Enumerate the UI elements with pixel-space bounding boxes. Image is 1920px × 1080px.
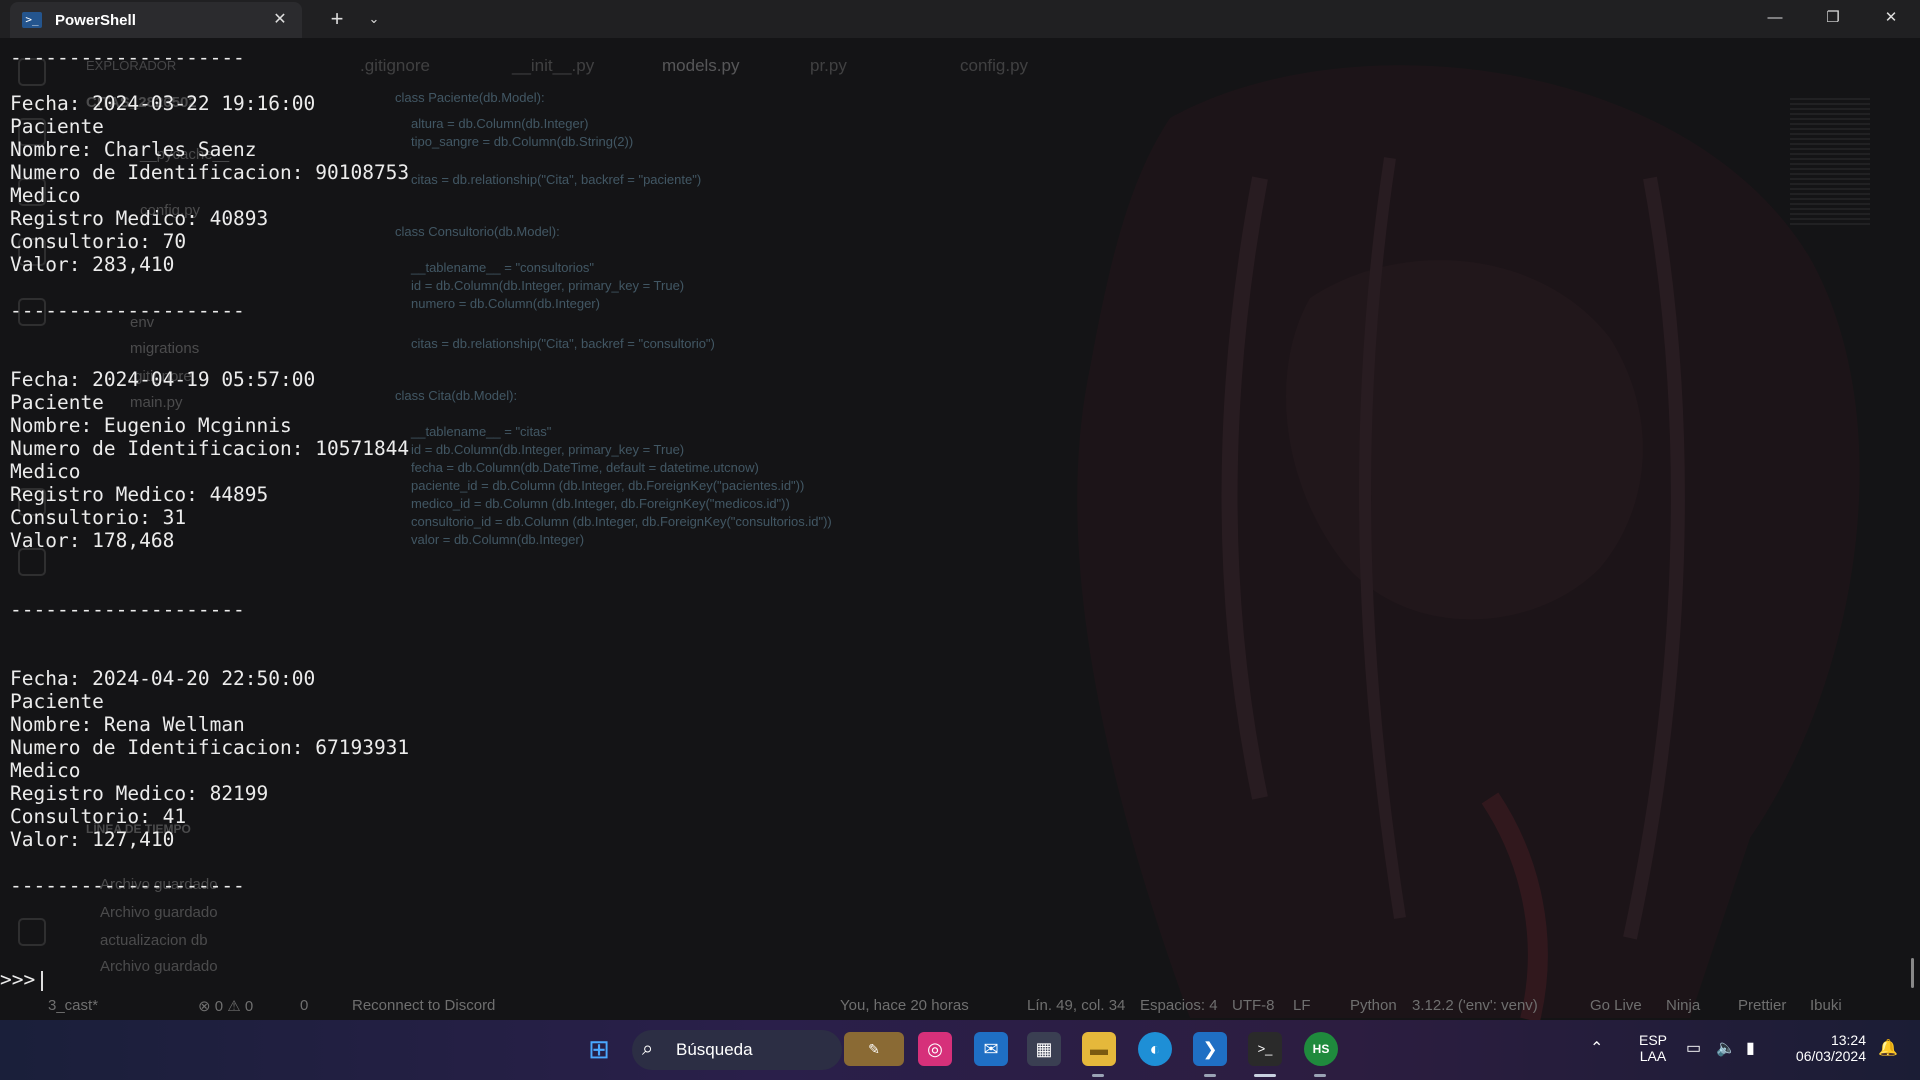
record-identificacion: Numero de Identificacion: 67193931 — [10, 736, 410, 759]
separator-line: -------------------- — [10, 874, 245, 897]
record-paciente: Paciente — [10, 391, 104, 414]
title-bar: >_ PowerShell ✕ + ⌄ — ❐ ✕ — [0, 0, 1920, 38]
record-nombre: Nombre: Eugenio Mcginnis — [10, 414, 292, 437]
record-nombre: Nombre: Rena Wellman — [10, 713, 245, 736]
powershell-icon: >_ — [22, 12, 42, 28]
minimize-button[interactable]: — — [1752, 0, 1798, 36]
active-indicator — [1254, 1074, 1276, 1077]
record-identificacion: Numero de Identificacion: 10571844 — [10, 437, 410, 460]
instagram-icon[interactable]: ◎ — [918, 1032, 952, 1066]
language-indicator[interactable]: ESP LAA — [1636, 1032, 1670, 1064]
timeline-item: actualizacion db — [100, 932, 208, 949]
status-blame: You, hace 20 horas — [840, 997, 969, 1014]
terminal-scrollbar[interactable] — [1911, 958, 1914, 988]
terminal-tab[interactable]: >_ PowerShell ✕ — [10, 2, 302, 38]
clock-date: 06/03/2024 — [1795, 1048, 1866, 1064]
record-valor: Valor: 178,468 — [10, 529, 175, 552]
battery-icon[interactable]: ▮ — [1746, 1038, 1755, 1058]
status-interpreter: 3.12.2 ('env': venv) — [1412, 997, 1538, 1014]
prompt: >>> — [0, 968, 36, 991]
clock-time: 13:24 — [1830, 1032, 1866, 1048]
network-icon[interactable]: ▭ — [1686, 1038, 1701, 1058]
status-prettier: Prettier — [1738, 997, 1787, 1014]
notification-bell-icon[interactable]: 🔔 — [1878, 1038, 1898, 1058]
mail-icon[interactable]: ✉ — [974, 1032, 1008, 1066]
record-fecha: Fecha: 2024-04-20 22:50:00 — [10, 667, 316, 690]
separator-line: -------------------- — [10, 46, 245, 69]
language-bottom: LAA — [1639, 1048, 1667, 1064]
record-valor: Valor: 127,410 — [10, 828, 175, 851]
search-label: Búsqueda — [676, 1040, 753, 1059]
status-eol: LF — [1293, 997, 1311, 1014]
taskbar-search[interactable]: ⌕ Búsqueda — [632, 1030, 842, 1070]
status-ports: 0 — [300, 997, 309, 1014]
taskbar: ⊞ ⌕ Búsqueda ✎ ◎ ✉ ▦ ▬ ◐ ❯ >_ HS ⌃ ESP L… — [0, 1020, 1920, 1080]
separator-line: -------------------- — [10, 299, 245, 322]
record-consultorio: Consultorio: 41 — [10, 805, 187, 828]
language-top: ESP — [1638, 1032, 1667, 1048]
running-indicator — [1092, 1074, 1104, 1077]
status-encoding: UTF-8 — [1232, 997, 1275, 1014]
prompt-line[interactable]: >>> — [0, 968, 44, 991]
status-spaces: Espacios: 4 — [1140, 997, 1218, 1014]
file-explorer-icon[interactable]: ▬ — [1082, 1032, 1116, 1066]
record-identificacion: Numero de Identificacion: 90108753 — [10, 161, 410, 184]
app-hs-icon[interactable]: HS — [1304, 1032, 1338, 1066]
status-cursor-position: Lín. 49, col. 34 — [1027, 997, 1126, 1014]
volume-icon[interactable]: 🔈 — [1716, 1038, 1736, 1058]
store-icon[interactable]: ▦ — [1027, 1032, 1061, 1066]
terminal-output[interactable]: -------------------- Fecha: 2024-03-22 1… — [10, 46, 1890, 897]
chevron-up-icon[interactable]: ⌃ — [1590, 1038, 1603, 1058]
status-ninja: Ninja — [1666, 997, 1701, 1014]
windows-start-icon[interactable]: ⊞ — [582, 1032, 616, 1066]
separator-line: -------------------- — [10, 598, 245, 621]
timeline-item: Archivo guardado — [100, 904, 218, 921]
status-language: Python — [1350, 997, 1397, 1014]
record-consultorio: Consultorio: 70 — [10, 230, 187, 253]
vscode-icon[interactable]: ❯ — [1193, 1032, 1227, 1066]
record-medico: Medico — [10, 184, 81, 207]
new-tab-button[interactable]: + — [322, 5, 352, 33]
record-valor: Valor: 283,410 — [10, 253, 175, 276]
account-icon — [18, 918, 46, 946]
status-problems: ⊗ 0 ⚠ 0 — [198, 998, 254, 1015]
tab-title: PowerShell — [55, 12, 136, 29]
record-registro: Registro Medico: 82199 — [10, 782, 269, 805]
running-indicator — [1314, 1074, 1326, 1077]
record-paciente: Paciente — [10, 115, 104, 138]
record-registro: Registro Medico: 44895 — [10, 483, 269, 506]
record-medico: Medico — [10, 460, 81, 483]
close-tab-icon[interactable]: ✕ — [268, 8, 292, 32]
record-medico: Medico — [10, 759, 81, 782]
search-highlight-icon[interactable]: ✎ — [844, 1032, 904, 1066]
edge-icon[interactable]: ◐ — [1138, 1032, 1172, 1066]
timeline-item: Archivo guardado — [100, 958, 218, 975]
status-ibuki: Ibuki — [1810, 997, 1842, 1014]
record-consultorio: Consultorio: 31 — [10, 506, 187, 529]
record-fecha: Fecha: 2024-03-22 19:16:00 — [10, 92, 316, 115]
status-branch: 3_cast* — [48, 997, 99, 1014]
record-registro: Registro Medico: 40893 — [10, 207, 269, 230]
close-window-button[interactable]: ✕ — [1868, 0, 1914, 36]
record-paciente: Paciente — [10, 690, 104, 713]
status-golive: Go Live — [1590, 997, 1642, 1014]
text-cursor — [41, 970, 44, 991]
terminal-icon[interactable]: >_ — [1248, 1032, 1282, 1066]
record-fecha: Fecha: 2024-04-19 05:57:00 — [10, 368, 316, 391]
running-indicator — [1204, 1074, 1216, 1077]
background-status-bar: 3_cast* ⊗ 0 ⚠ 0 0 Reconnect to Discord Y… — [0, 994, 1920, 1018]
maximize-button[interactable]: ❐ — [1810, 0, 1856, 36]
status-discord: Reconnect to Discord — [352, 997, 496, 1014]
clock[interactable]: 13:24 06/03/2024 — [1786, 1032, 1866, 1064]
search-icon: ⌕ — [642, 1038, 654, 1060]
record-nombre: Nombre: Charles Saenz — [10, 138, 257, 161]
profile-dropdown-button[interactable]: ⌄ — [360, 5, 388, 33]
